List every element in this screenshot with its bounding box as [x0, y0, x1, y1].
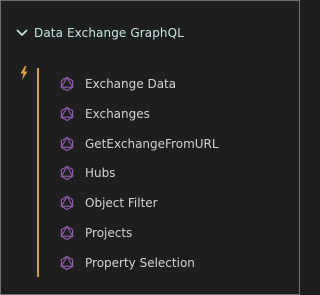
graphql-icon — [60, 255, 74, 271]
graphql-icon — [60, 106, 74, 122]
tree-item-label: Object Filter — [85, 196, 158, 210]
tree-header-label: Data Exchange GraphQL — [34, 26, 184, 40]
tree-item-exchanges[interactable]: Exchanges — [59, 104, 150, 124]
graphql-icon — [60, 136, 74, 152]
tree-item-label: Projects — [85, 226, 133, 240]
tree-item-projects[interactable]: Projects — [59, 223, 132, 243]
tree-item-object-filter[interactable]: Object Filter — [59, 193, 158, 213]
tree-item-hubs[interactable]: Hubs — [59, 163, 116, 183]
graphql-panel: Data Exchange GraphQL Exchange Data Exch… — [0, 0, 300, 295]
tree-item-getexchangefromurl[interactable]: GetExchangeFromURL — [59, 134, 219, 154]
graphql-icon — [60, 165, 74, 181]
graphql-icon — [60, 76, 74, 92]
graphql-icon — [60, 225, 74, 241]
tree-item-label: GetExchangeFromURL — [85, 137, 219, 151]
tree-item-label: Hubs — [85, 166, 116, 180]
graphql-icon — [60, 195, 74, 211]
lightning-bolt-icon — [20, 66, 28, 80]
chevron-down-icon[interactable] — [15, 26, 29, 40]
tree-header-data-exchange-graphql[interactable]: Data Exchange GraphQL — [15, 23, 184, 43]
tree-item-label: Exchange Data — [85, 77, 177, 91]
tree-item-label: Exchanges — [85, 107, 150, 121]
tree-item-exchange-data[interactable]: Exchange Data — [59, 74, 176, 94]
tree-item-label: Property Selection — [85, 256, 195, 270]
tree-guide-line — [37, 68, 39, 277]
tree-item-property-selection[interactable]: Property Selection — [59, 253, 195, 273]
